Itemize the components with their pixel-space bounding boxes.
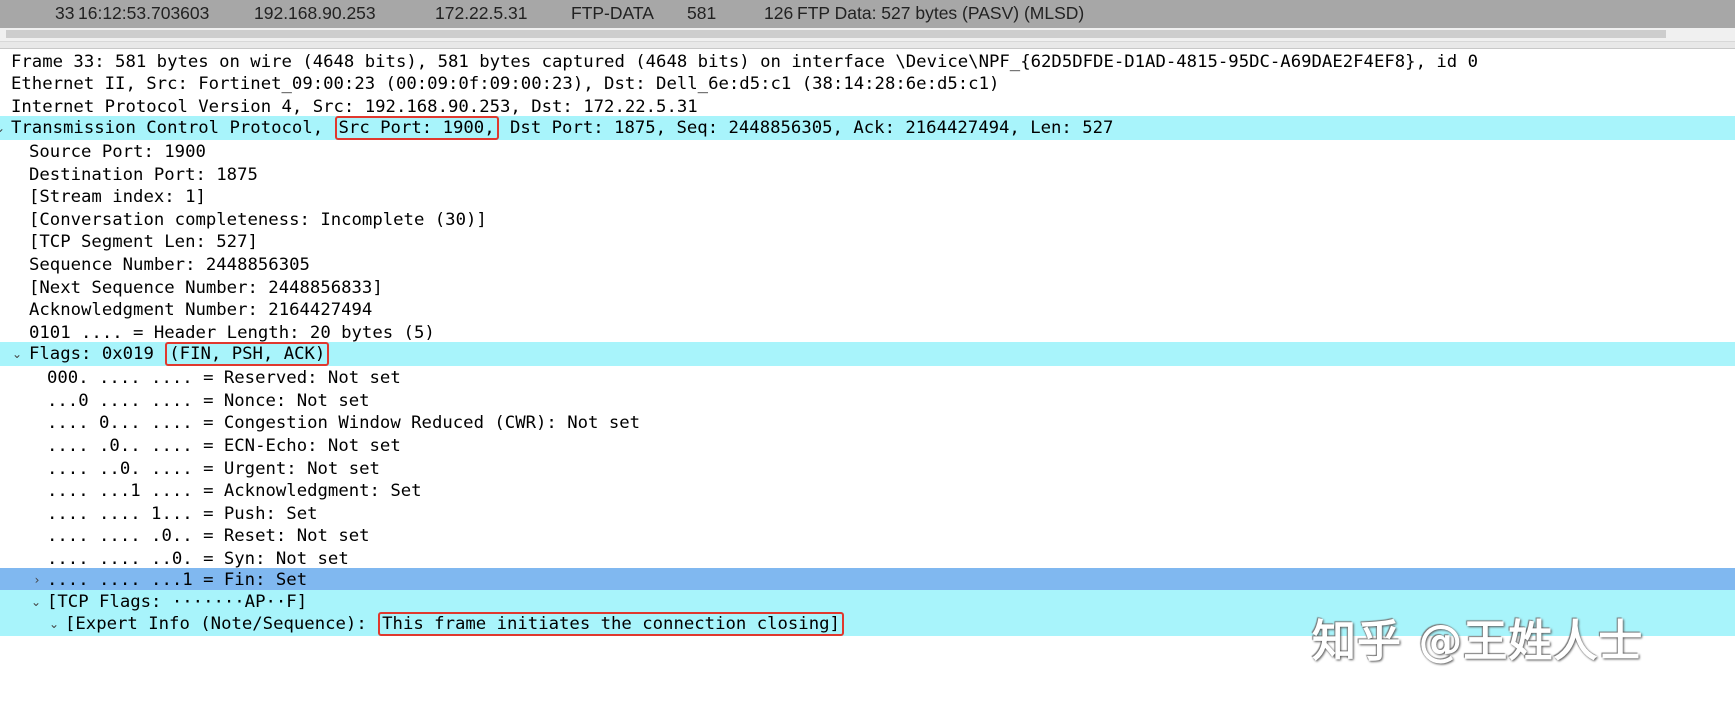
tree-item-label: Source Port: 1900: [29, 142, 206, 162]
tree-item-label: .... .... .0.. = Reset: Not set: [47, 526, 370, 546]
flags-prefix: Flags: 0x019: [29, 344, 165, 364]
expert-info-annotation-box: This frame initiates the connection clos…: [378, 612, 844, 636]
tree-item-label: .... .0.. .... = ECN-Echo: Not set: [47, 436, 401, 456]
tree-item-label: Sequence Number: 2448856305: [29, 255, 310, 275]
watermark-text: 知乎 @王姓人士: [1312, 616, 1644, 667]
tcp-field-row[interactable]: Sequence Number: 2448856305: [0, 253, 1735, 277]
tree-item-ethernet[interactable]: Ethernet II, Src: Fortinet_09:00:23 (00:…: [0, 72, 1735, 96]
pane-splitter[interactable]: [0, 42, 1735, 49]
tree-item-label: .... 0... .... = Congestion Window Reduc…: [47, 413, 641, 433]
tcp-field-row[interactable]: [TCP Segment Len: 527]: [0, 230, 1735, 254]
tree-item-label: Frame 33: 581 bytes on wire (4648 bits),…: [11, 52, 1478, 72]
flag-bit-row[interactable]: .... .... .0.. = Reset: Not set: [0, 524, 1735, 548]
packet-source: 192.168.90.253: [254, 3, 376, 23]
tcp-field-row[interactable]: Source Port: 1900: [0, 140, 1735, 164]
flag-bit-row[interactable]: .... ..0. .... = Urgent: Not set: [0, 457, 1735, 481]
tree-item-flags[interactable]: ⌄ Flags: 0x019 (FIN, PSH, ACK): [0, 342, 1735, 366]
packet-no: 33: [55, 3, 75, 23]
tcp-field-row[interactable]: Acknowledgment Number: 2164427494: [0, 298, 1735, 322]
flag-bit-row[interactable]: 000. .... .... = Reserved: Not set: [0, 366, 1735, 390]
scrollbar-thumb[interactable]: [6, 30, 1666, 38]
tree-item-label: [Stream index: 1]: [29, 187, 206, 207]
flag-bit-row[interactable]: .... .0.. .... = ECN-Echo: Not set: [0, 434, 1735, 458]
tcp-field-row[interactable]: Destination Port: 1875: [0, 163, 1735, 187]
expert-info-prefix: [Expert Info (Note/Sequence):: [65, 614, 378, 634]
tree-item-label: .... ...1 .... = Acknowledgment: Set: [47, 481, 422, 501]
tcp-field-row[interactable]: [Stream index: 1]: [0, 185, 1735, 209]
horizontal-scrollbar[interactable]: [0, 28, 1735, 42]
tree-item-label: ...0 .... .... = Nonce: Not set: [47, 391, 370, 411]
chevron-right-icon[interactable]: ›: [30, 568, 44, 592]
tree-item-label: Acknowledgment Number: 2164427494: [29, 300, 373, 320]
chevron-down-icon[interactable]: ⌄: [0, 116, 7, 140]
tree-item-label: [TCP Segment Len: 527]: [29, 232, 258, 252]
tree-item-label: [Conversation completeness: Incomplete (…: [29, 210, 487, 230]
tcp-prefix: Transmission Control Protocol,: [11, 118, 334, 138]
flag-bit-row[interactable]: .... ...1 .... = Acknowledgment: Set: [0, 479, 1735, 503]
chevron-down-icon[interactable]: ⌄: [10, 342, 24, 366]
src-port-annotation-box: Src Port: 1900,: [334, 116, 499, 140]
tree-item-label: Destination Port: 1875: [29, 165, 258, 185]
tree-item-label: 000. .... .... = Reserved: Not set: [47, 368, 401, 388]
tree-item-label: [Next Sequence Number: 2448856833]: [29, 278, 383, 298]
tcp-field-row[interactable]: [Conversation completeness: Incomplete (…: [0, 208, 1735, 232]
packet-time: 16:12:53.703603: [78, 3, 210, 23]
tcp-field-row[interactable]: [Next Sequence Number: 2448856833]: [0, 276, 1735, 300]
tree-item-tcp[interactable]: ⌄ Transmission Control Protocol, Src Por…: [0, 116, 1735, 140]
flag-bit-row[interactable]: .... .... 1... = Push: Set: [0, 502, 1735, 526]
chevron-down-icon[interactable]: ⌄: [29, 590, 43, 614]
packet-info-num: 126: [764, 3, 794, 23]
flag-bit-row-fin-selected[interactable]: › .... .... ...1 = Fin: Set: [0, 568, 1735, 592]
packet-list-row-33[interactable]: 33 16:12:53.703603 192.168.90.253 172.22…: [0, 0, 1735, 28]
tcp-suffix: Dst Port: 1875, Seq: 2448856305, Ack: 21…: [499, 118, 1114, 138]
tree-item-label: .... .... 1... = Push: Set: [47, 504, 318, 524]
packet-protocol: FTP-DATA: [571, 3, 654, 23]
packet-length: 581: [687, 3, 717, 23]
tree-item-label: [TCP Flags: ·······AP··F]: [47, 592, 308, 612]
chevron-down-icon[interactable]: ⌄: [47, 612, 61, 636]
flag-bit-row[interactable]: ...0 .... .... = Nonce: Not set: [0, 389, 1735, 413]
tree-item-frame[interactable]: Frame 33: 581 bytes on wire (4648 bits),…: [0, 50, 1735, 74]
tree-item-label: Ethernet II, Src: Fortinet_09:00:23 (00:…: [11, 74, 1000, 94]
packet-info: FTP Data: 527 bytes (PASV) (MLSD): [797, 3, 1085, 23]
flag-bit-row[interactable]: .... 0... .... = Congestion Window Reduc…: [0, 411, 1735, 435]
tree-item-label: .... .... ...1 = Fin: Set: [47, 570, 308, 590]
flags-annotation-box: (FIN, PSH, ACK): [165, 342, 330, 366]
packet-destination: 172.22.5.31: [435, 3, 528, 23]
tree-item-label: .... ..0. .... = Urgent: Not set: [47, 459, 380, 479]
